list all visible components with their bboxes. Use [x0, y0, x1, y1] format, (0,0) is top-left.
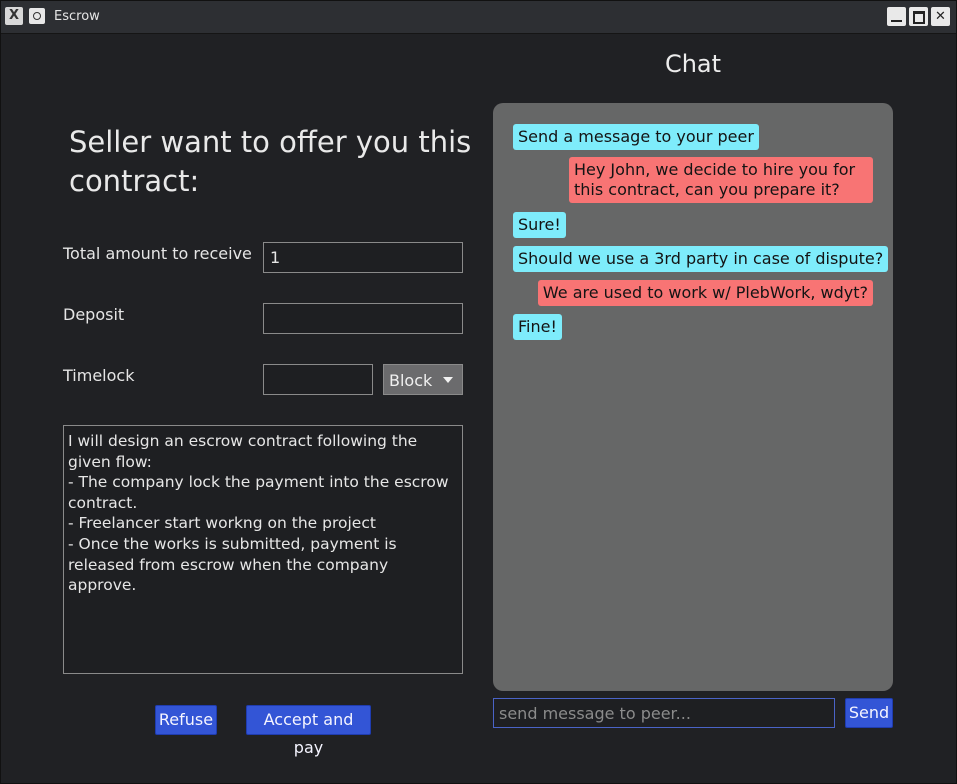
offer-heading: Seller want to offer you this contract: — [69, 125, 472, 198]
total-amount-input[interactable] — [263, 242, 463, 273]
deposit-input[interactable] — [263, 303, 463, 334]
pin-icon[interactable] — [29, 8, 45, 24]
contract-description[interactable]: I will design an escrow contract followi… — [63, 425, 463, 674]
chat-message-peer: Should we use a 3rd party in case of dis… — [513, 246, 889, 272]
window-title: Escrow — [54, 9, 100, 24]
escrow-window: X Escrow ✕ Seller want to offer you this… — [0, 0, 957, 784]
title-bar[interactable]: X Escrow ✕ — [1, 1, 956, 34]
chat-message-self: We are used to work w/ PlebWork, wdyt? — [537, 280, 873, 306]
deposit-label: Deposit — [63, 305, 125, 324]
send-button[interactable]: Send — [845, 698, 893, 728]
minimize-icon[interactable] — [887, 7, 906, 26]
timelock-input[interactable] — [263, 364, 373, 395]
accept-and-pay-button[interactable]: Accept and pay — [246, 705, 371, 757]
chat-message-peer: Send a message to your peer — [513, 124, 759, 150]
timelock-unit-select[interactable]: Block — [383, 364, 463, 395]
chevron-down-icon — [443, 377, 453, 383]
chat-message-peer: Fine! — [513, 314, 562, 340]
chat-title: Chat — [664, 50, 722, 78]
chat-message-peer: Sure! — [513, 212, 566, 238]
app-logo-icon[interactable]: X — [5, 7, 23, 25]
maximize-icon[interactable] — [909, 7, 928, 26]
timelock-label: Timelock — [63, 366, 135, 385]
chat-message-input[interactable] — [493, 698, 835, 728]
total-amount-label: Total amount to receive — [63, 244, 252, 263]
chat-message-self: Hey John, we decide to hire you for this… — [569, 157, 873, 203]
refuse-button[interactable]: Refuse — [155, 705, 217, 735]
timelock-unit-value: Block — [389, 371, 433, 390]
close-icon[interactable]: ✕ — [931, 7, 950, 26]
chat-messages-panel[interactable]: Send a message to your peer Hey John, we… — [493, 103, 893, 691]
